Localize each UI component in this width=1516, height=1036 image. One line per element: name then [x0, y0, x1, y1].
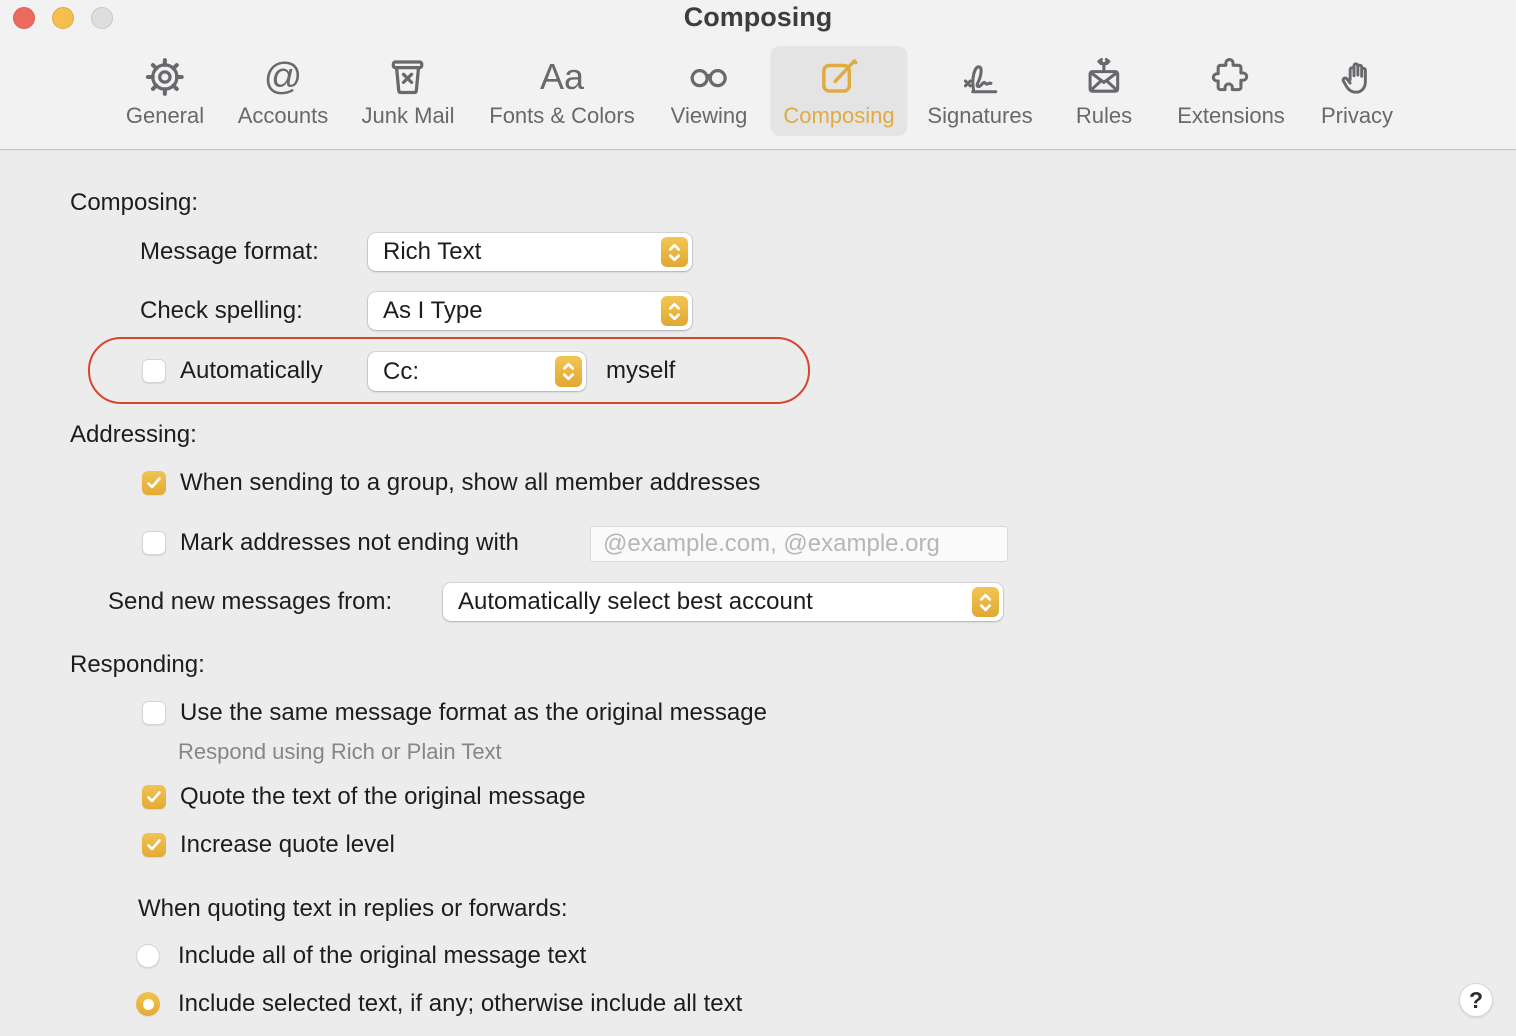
check-spelling-label: Check spelling:: [140, 297, 303, 324]
group-addresses-checkbox[interactable]: [142, 471, 166, 495]
increase-quote-label: Increase quote level: [180, 831, 395, 858]
tab-accounts[interactable]: @ Accounts: [225, 46, 342, 136]
tab-composing[interactable]: Composing: [770, 46, 908, 136]
include-all-label: Include all of the original message text: [178, 942, 587, 969]
tab-label: Viewing: [670, 103, 748, 128]
glasses-icon: [685, 51, 733, 103]
chevron-up-down-icon: [972, 587, 999, 617]
junk-bin-icon: [385, 51, 431, 103]
chevron-up-down-icon: [661, 237, 688, 267]
fonts-aa-icon: Aa: [539, 56, 585, 97]
window-title: Composing: [683, 2, 833, 32]
popup-value: As I Type: [383, 297, 483, 324]
message-format-label: Message format:: [140, 238, 319, 265]
quote-text-checkbox[interactable]: [142, 785, 166, 809]
tab-label: Rules: [1075, 103, 1133, 128]
puzzle-icon: [1207, 51, 1255, 103]
at-sign-icon: @: [263, 56, 303, 98]
tab-fonts-colors[interactable]: Aa Fonts & Colors: [476, 46, 648, 136]
signature-icon: [956, 51, 1004, 103]
tab-viewing[interactable]: Viewing: [658, 46, 761, 136]
titlebar-toolbar: Composing General @ Accounts Junk Mail A…: [0, 0, 1516, 150]
send-from-label: Send new messages from:: [108, 588, 393, 615]
chevron-up-down-icon: [661, 296, 688, 326]
popup-value: Cc:: [383, 357, 419, 385]
tab-label: Junk Mail: [361, 103, 455, 128]
increase-quote-checkbox[interactable]: [142, 833, 166, 857]
send-from-popup[interactable]: Automatically select best account: [443, 583, 1003, 621]
compose-icon: [816, 51, 862, 103]
question-mark-icon: ?: [1468, 986, 1484, 1013]
group-addresses-label: When sending to a group, show all member…: [180, 469, 761, 496]
tab-label: Composing: [783, 103, 895, 128]
tab-label: Signatures: [927, 103, 1033, 128]
tab-privacy[interactable]: Privacy: [1308, 46, 1406, 136]
gear-icon: [142, 51, 188, 103]
auto-cc-label: Automatically: [180, 357, 323, 384]
tab-extensions[interactable]: Extensions: [1164, 46, 1298, 136]
auto-cc-popup[interactable]: Cc:: [368, 352, 586, 391]
chevron-up-down-icon: [555, 356, 582, 387]
tab-label: Fonts & Colors: [489, 103, 635, 128]
include-selected-label: Include selected text, if any; otherwise…: [178, 990, 743, 1017]
quoting-label: When quoting text in replies or forwards…: [138, 895, 568, 922]
tab-general[interactable]: General: [113, 46, 217, 136]
help-button[interactable]: ?: [1459, 983, 1493, 1017]
auto-cc-suffix: myself: [606, 357, 676, 384]
addressing-heading: Addressing:: [70, 421, 197, 448]
rules-envelope-icon: [1081, 51, 1127, 103]
tab-signatures[interactable]: Signatures: [914, 46, 1045, 136]
mail-preferences-window: Composing General @ Accounts Junk Mail A…: [0, 0, 1516, 1036]
same-format-checkbox[interactable]: [142, 701, 166, 725]
mark-addresses-checkbox[interactable]: [142, 531, 166, 555]
tab-label: Accounts: [237, 103, 329, 128]
mark-addresses-label: Mark addresses not ending with: [180, 529, 519, 556]
tab-label: Extensions: [1177, 103, 1285, 128]
include-selected-radio[interactable]: [136, 992, 160, 1016]
quote-text-label: Quote the text of the original message: [180, 783, 586, 810]
auto-cc-checkbox[interactable]: [142, 359, 166, 383]
include-all-radio[interactable]: [136, 944, 160, 968]
address-suffix-input[interactable]: [590, 526, 1008, 562]
tab-junk-mail[interactable]: Junk Mail: [349, 46, 468, 136]
hand-icon: [1335, 51, 1379, 103]
composing-heading: Composing:: [70, 189, 199, 216]
same-format-sublabel: Respond using Rich or Plain Text: [178, 739, 502, 764]
check-spelling-popup[interactable]: As I Type: [368, 292, 692, 330]
popup-value: Rich Text: [383, 238, 482, 265]
tab-label: Privacy: [1320, 103, 1394, 128]
same-format-label: Use the same message format as the origi…: [180, 699, 767, 726]
tab-label: General: [125, 103, 205, 128]
responding-heading: Responding:: [70, 651, 205, 678]
message-format-popup[interactable]: Rich Text: [368, 233, 692, 271]
popup-value: Automatically select best account: [458, 588, 813, 615]
tab-rules[interactable]: Rules: [1063, 46, 1145, 136]
